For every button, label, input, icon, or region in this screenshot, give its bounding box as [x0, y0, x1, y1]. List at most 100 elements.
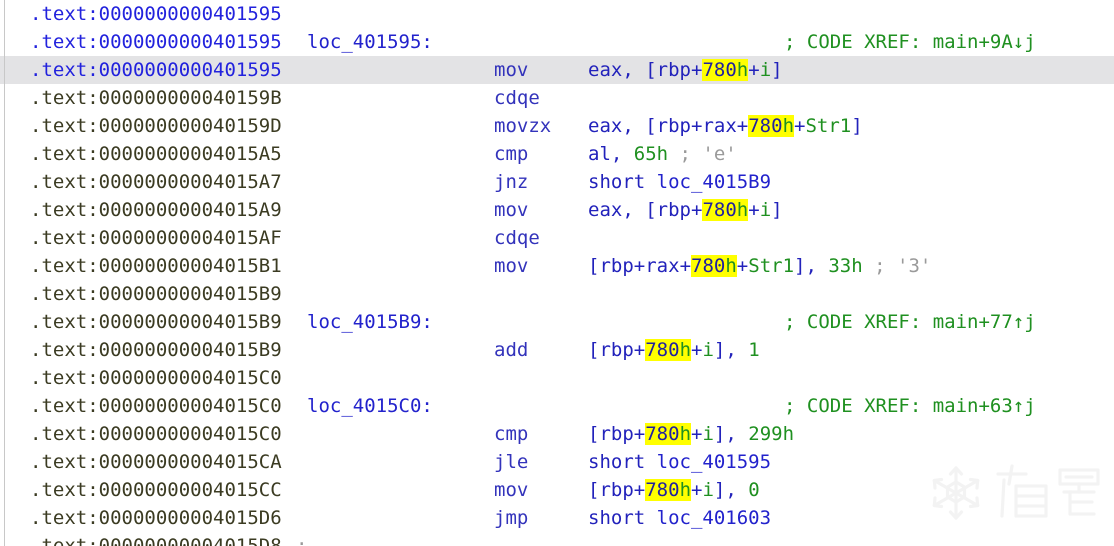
operand-token: + — [691, 423, 703, 445]
disassembly-line[interactable]: .text:00000000004015B1 mov [rbp+rax+780h+S… — [0, 252, 1114, 280]
operand-token: ] — [771, 59, 783, 81]
highlight-number: 780 — [691, 255, 726, 277]
operand-token: short — [588, 171, 657, 193]
disassembly-line[interactable]: .text:00000000004015D8 ; ----------------… — [0, 532, 1114, 546]
operand-token: + — [691, 115, 703, 137]
operand-token: rax — [645, 255, 680, 277]
operand-token: , — [725, 339, 749, 361]
operand-token: ] — [713, 479, 726, 501]
line-address: .text:0000000000401595 — [30, 31, 282, 53]
highlight-number: 780 — [645, 423, 680, 445]
operand-token: , — [622, 115, 646, 137]
disassembly-line[interactable]: .text:000000000040159D movzx eax, [rbp+rax… — [0, 112, 1114, 140]
disassembly-line-list[interactable]: .text:0000000000401595 .text:000000000040… — [0, 0, 1114, 546]
highlighted-token[interactable]: 780h — [702, 59, 749, 81]
operand-token: Str1 — [805, 115, 852, 137]
disassembly-line[interactable]: .text:00000000004015C0 loc_4015C0: ; CODE … — [0, 392, 1114, 420]
operand-token: eax — [588, 199, 623, 221]
instruction-mnemonic: jle — [494, 451, 529, 473]
highlighted-token[interactable]: 780h — [748, 115, 795, 137]
instruction-operands[interactable]: short loc_4015B9 — [588, 168, 771, 196]
disassembly-line[interactable]: .text:00000000004015AF cdqe — [0, 224, 1114, 252]
disassembly-line[interactable]: .text:00000000004015CC mov [rbp+780h+i], 0 — [0, 476, 1114, 504]
line-address: .text:00000000004015B1 — [30, 255, 282, 277]
operand-token: , — [725, 423, 749, 445]
highlighted-token[interactable]: 780h — [645, 479, 692, 501]
line-address: .text:000000000040159D — [30, 115, 282, 137]
line-address: .text:00000000004015CA — [30, 451, 282, 473]
operand-token: rbp — [656, 199, 691, 221]
disassembly-line[interactable]: .text:0000000000401595 mov eax, [rbp+780h+… — [0, 56, 1114, 84]
operand-token: ] — [713, 423, 726, 445]
line-address: .text:000000000040159B — [30, 87, 282, 109]
instruction-operands[interactable]: al, 65h ; 'e' — [588, 140, 737, 168]
operand-token: rbp — [599, 339, 634, 361]
highlight-suffix: h — [782, 115, 795, 137]
instruction-mnemonic: jnz — [494, 171, 529, 193]
operand-token: rax — [702, 115, 737, 137]
disassembly-view[interactable]: .text:0000000000401595 .text:000000000040… — [0, 0, 1114, 546]
instruction-mnemonic: mov — [494, 479, 529, 501]
disassembly-line[interactable]: .text:00000000004015D6 jmp short loc_40160… — [0, 504, 1114, 532]
operand-token: 33h — [828, 255, 863, 277]
disassembly-line[interactable]: .text:00000000004015A9 mov eax, [rbp+780h+… — [0, 196, 1114, 224]
instruction-operands[interactable]: short loc_401603 — [588, 504, 771, 532]
highlighted-token[interactable]: 780h — [702, 199, 749, 221]
code-label[interactable]: loc_401595: — [307, 28, 433, 56]
code-label[interactable]: loc_4015B9: — [307, 308, 433, 336]
operand-token: + — [748, 59, 760, 81]
instruction-mnemonic: mov — [494, 59, 529, 81]
operand-token: rbp — [656, 59, 691, 81]
arrow-gutter-divider — [4, 0, 5, 546]
operand-token: [ — [645, 115, 657, 137]
operand-token: + — [633, 423, 646, 445]
code-label[interactable]: loc_4015C0: — [307, 392, 433, 420]
highlight-suffix: h — [679, 339, 692, 361]
disassembly-line[interactable]: .text:0000000000401595 — [0, 0, 1114, 28]
operand-token: 1 — [748, 339, 760, 361]
operand-token: + — [691, 59, 703, 81]
operand-token: rbp — [656, 115, 691, 137]
highlighted-token[interactable]: 780h — [691, 255, 737, 277]
xref-comment[interactable]: ; CODE XREF: main+9A↓j — [784, 28, 1036, 56]
operand-token: [ — [588, 339, 600, 361]
disassembly-line[interactable]: .text:0000000000401595 loc_401595: ; CODE … — [0, 28, 1114, 56]
xref-comment[interactable]: ; CODE XREF: main+77↑j — [784, 308, 1036, 336]
disassembly-line[interactable]: .text:00000000004015C0 — [0, 364, 1114, 392]
operand-token: , — [805, 255, 829, 277]
operand-token: al — [588, 143, 611, 165]
instruction-operands[interactable]: eax, [rbp+rax+780h+Str1] — [588, 112, 863, 140]
line-address: .text:00000000004015C0 — [30, 367, 282, 389]
operand-token: [ — [588, 479, 600, 501]
highlighted-token[interactable]: 780h — [645, 339, 692, 361]
line-address: .text:0000000000401595 — [30, 3, 282, 25]
disassembly-line[interactable]: .text:00000000004015C0 cmp [rbp+780h+i], 2… — [0, 420, 1114, 448]
instruction-operands[interactable]: [rbp+780h+i], 1 — [588, 336, 760, 364]
line-address: .text:00000000004015B9 — [30, 311, 282, 333]
line-address: .text:00000000004015B9 — [30, 339, 282, 361]
operand-token: ] — [851, 115, 863, 137]
disassembly-line[interactable]: .text:00000000004015A7 jnz short loc_4015B… — [0, 168, 1114, 196]
highlighted-token[interactable]: 780h — [645, 423, 692, 445]
disassembly-line[interactable]: .text:00000000004015B9 loc_4015B9: ; CODE … — [0, 308, 1114, 336]
disassembly-line[interactable]: .text:00000000004015B9 — [0, 280, 1114, 308]
instruction-operands[interactable]: eax, [rbp+780h+i] — [588, 196, 783, 224]
line-address: .text:00000000004015A7 — [30, 171, 282, 193]
operand-token: eax — [588, 115, 623, 137]
operand-token: [ — [645, 59, 657, 81]
disassembly-line[interactable]: .text:00000000004015A5 cmp al, 65h ; 'e' — [0, 140, 1114, 168]
operand-token: ; '3' — [862, 255, 932, 277]
instruction-operands[interactable]: short loc_401595 — [588, 448, 771, 476]
operand-token: 0 — [748, 479, 760, 501]
instruction-operands[interactable]: [rbp+rax+780h+Str1], 33h ; '3' — [588, 252, 931, 280]
operand-token: , — [610, 143, 634, 165]
disassembly-line[interactable]: .text:00000000004015B9 add [rbp+780h+i], 1 — [0, 336, 1114, 364]
disassembly-line[interactable]: .text:00000000004015CA jle short loc_40159… — [0, 448, 1114, 476]
xref-comment[interactable]: ; CODE XREF: main+63↑j — [784, 392, 1036, 420]
instruction-mnemonic: add — [494, 339, 529, 361]
instruction-operands[interactable]: eax, [rbp+780h+i] — [588, 56, 783, 84]
instruction-operands[interactable]: [rbp+780h+i], 299h — [588, 420, 794, 448]
disassembly-line[interactable]: .text:000000000040159B cdqe — [0, 84, 1114, 112]
instruction-operands[interactable]: [rbp+780h+i], 0 — [588, 476, 760, 504]
instruction-mnemonic: cmp — [494, 143, 529, 165]
